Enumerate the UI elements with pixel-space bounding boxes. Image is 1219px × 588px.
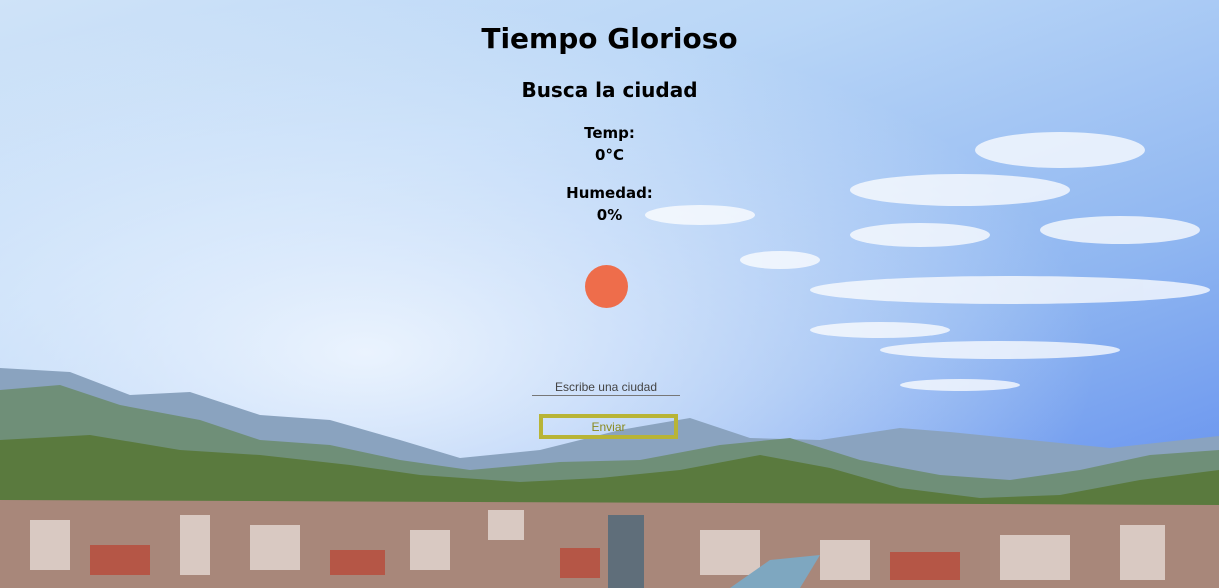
temperature-label: Temp: [584,124,635,142]
page-content: Tiempo Glorioso Busca la ciudad Temp: 0°… [0,0,1219,588]
temperature-value: 0°C [595,146,624,164]
send-button[interactable]: Enviar [539,414,678,439]
city-search-input[interactable] [532,379,680,396]
search-heading: Busca la ciudad [521,78,698,102]
humidity-value: 0% [596,206,623,224]
page-title: Tiempo Glorioso [481,22,738,55]
sun-icon [585,265,628,308]
humidity-label: Humedad: [566,184,653,202]
